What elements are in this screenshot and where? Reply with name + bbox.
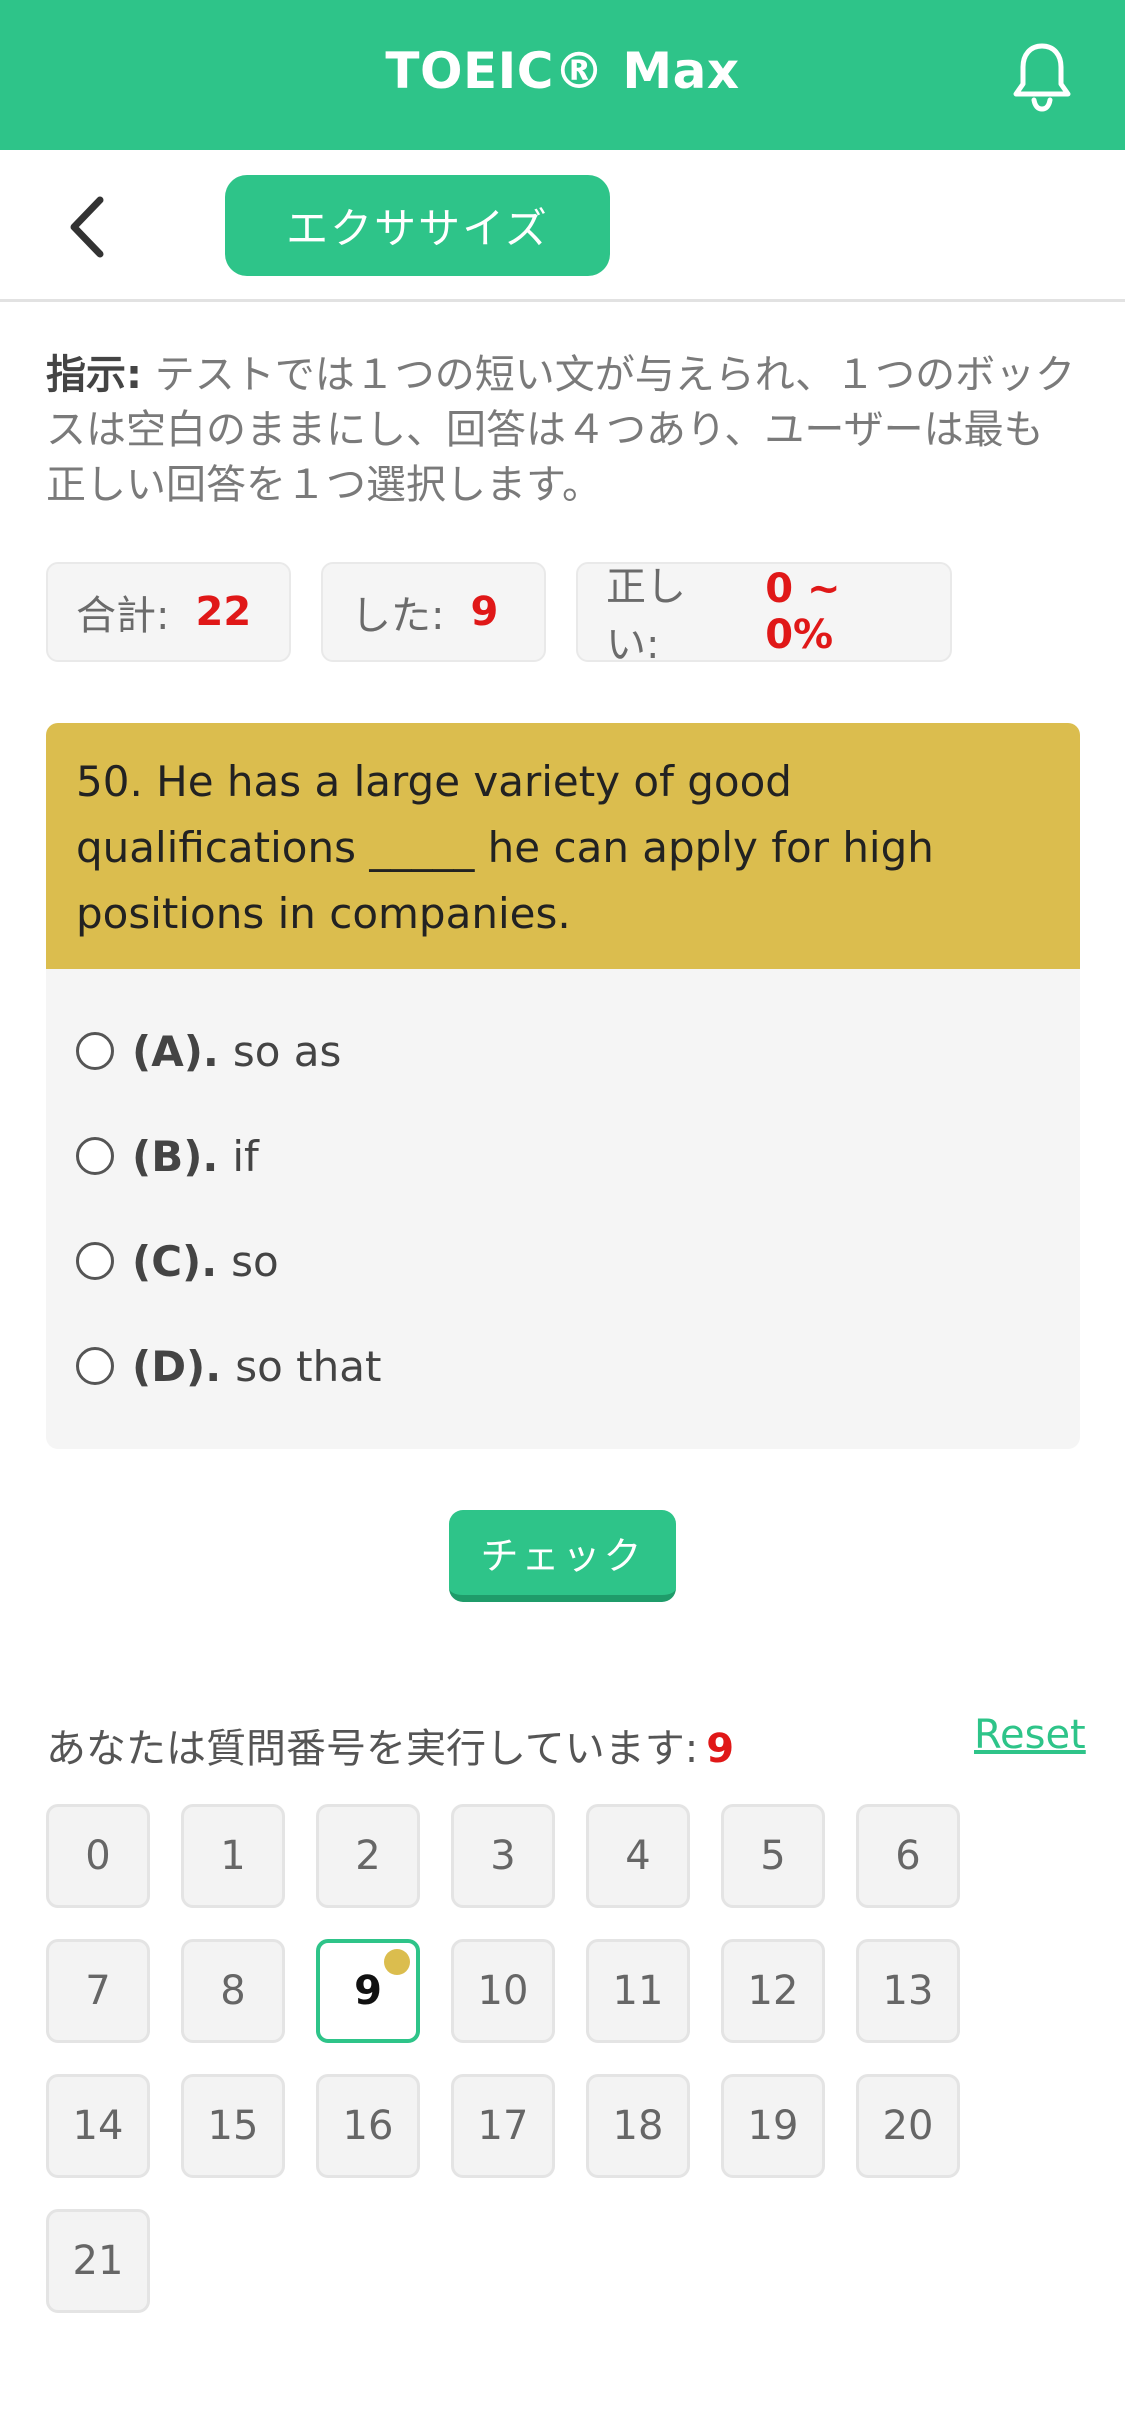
current-marker-dot [384, 1949, 410, 1975]
option-c[interactable]: (C). so [76, 1231, 279, 1291]
stat-total-label: 合計: [76, 593, 170, 639]
question-number-label: 9 [354, 1968, 382, 2014]
bell-icon[interactable] [1010, 40, 1074, 112]
answer-options: (A). so as (B). if (C). so (D). so that [46, 969, 1080, 1449]
question-number-button[interactable]: 16 [316, 2074, 420, 2178]
stat-correct-value: 0 ~ 0% [765, 566, 841, 658]
question-number-button[interactable]: 8 [181, 1939, 285, 2043]
question-number-button-current[interactable]: 9 [316, 1939, 420, 2043]
option-label: (C). [132, 1236, 218, 1286]
question-number-button[interactable]: 0 [46, 1804, 150, 1908]
back-arrow-icon[interactable] [64, 192, 114, 262]
instructions-label: 指示: [46, 352, 142, 398]
app-bar: TOEIC® Max [0, 0, 1125, 150]
option-text: so that [235, 1341, 382, 1391]
stat-correct: 正しい: 0 ~ 0% [576, 562, 952, 668]
stat-done: した: 9 [321, 562, 546, 662]
option-label: (D). [132, 1341, 222, 1391]
question-number-button[interactable]: 4 [586, 1804, 690, 1908]
question-number-button[interactable]: 12 [721, 1939, 825, 2043]
instructions: 指示: テストでは１つの短い文が与えられ、１つのボックスは空白のままにし、回答は… [46, 348, 1076, 513]
option-label: (B). [132, 1131, 219, 1181]
question-number-button[interactable]: 14 [46, 2074, 150, 2178]
option-a[interactable]: (A). so as [76, 1021, 341, 1081]
option-text: if [232, 1131, 259, 1181]
option-label: (A). [132, 1026, 219, 1076]
option-text: so as [232, 1026, 342, 1076]
question-text: 50. He has a large variety of good quali… [46, 723, 1080, 969]
question-number-button[interactable]: 11 [586, 1939, 690, 2043]
question-number-button[interactable]: 19 [721, 2074, 825, 2178]
question-number-button[interactable]: 7 [46, 1939, 150, 2043]
question-number-button[interactable]: 13 [856, 1939, 960, 2043]
question-number-button[interactable]: 1 [181, 1804, 285, 1908]
question-number-button[interactable]: 10 [451, 1939, 555, 2043]
current-question-indicator: あなたは質問番号を実行しています: 9 [46, 1716, 734, 1774]
check-button[interactable]: チェック [449, 1510, 676, 1602]
current-question-number: 9 [706, 1726, 735, 1772]
question-number-button[interactable]: 3 [451, 1804, 555, 1908]
stat-total-value: 22 [195, 589, 252, 635]
question-number-button[interactable]: 17 [451, 2074, 555, 2178]
stat-done-value: 9 [470, 589, 499, 635]
option-d[interactable]: (D). so that [76, 1336, 381, 1396]
question-number-button[interactable]: 5 [721, 1804, 825, 1908]
question-number-button[interactable]: 20 [856, 2074, 960, 2178]
app-title: TOEIC® Max [385, 42, 740, 100]
question-number-button[interactable]: 2 [316, 1804, 420, 1908]
question-number-button[interactable]: 6 [856, 1804, 960, 1908]
stat-done-label: した: [351, 593, 445, 639]
radio-icon[interactable] [76, 1347, 114, 1385]
option-text: so [231, 1236, 279, 1286]
radio-icon[interactable] [76, 1137, 114, 1175]
radio-icon[interactable] [76, 1242, 114, 1280]
sub-header: エクササイズ [0, 150, 1125, 302]
question-number-button[interactable]: 15 [181, 2074, 285, 2178]
radio-icon[interactable] [76, 1032, 114, 1070]
reset-link[interactable]: Reset [974, 1712, 1086, 1758]
option-b[interactable]: (B). if [76, 1126, 259, 1186]
stat-correct-label: 正しい: [606, 564, 686, 668]
stat-total: 合計: 22 [46, 562, 291, 662]
instructions-text: テストでは１つの短い文が与えられ、１つのボックスは空白のままにし、回答は４つあり… [46, 352, 1076, 508]
tab-exercise[interactable]: エクササイズ [225, 175, 610, 276]
question-number-button[interactable]: 18 [586, 2074, 690, 2178]
question-number-button[interactable]: 21 [46, 2209, 150, 2313]
running-label: あなたは質問番号を実行しています: [46, 1726, 699, 1772]
